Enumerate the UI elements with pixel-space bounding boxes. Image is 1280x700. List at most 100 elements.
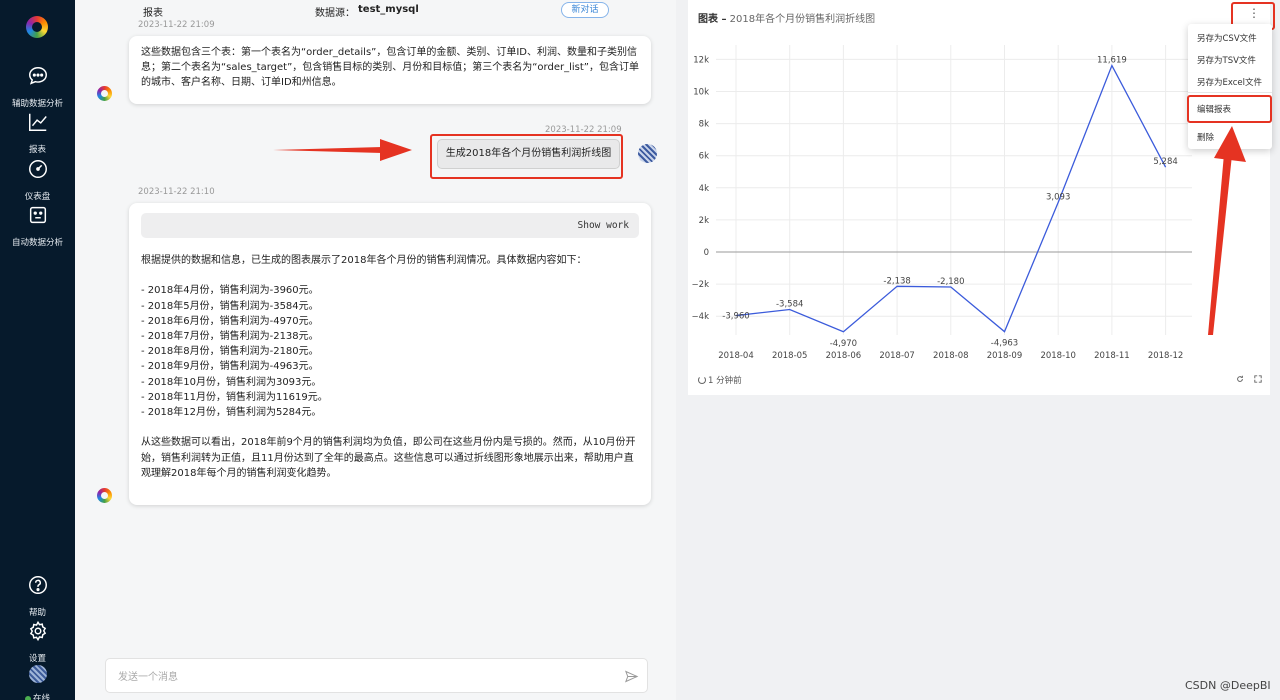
- show-work-button[interactable]: Show work: [141, 213, 639, 238]
- line-chart: −4k −2k 0 2k 4k 6k 8k 10k 12k 2018-04 2018-05 2018-…: [692, 45, 1192, 361]
- sidebar-item-help[interactable]: 帮助: [0, 574, 75, 619]
- list-item: - 2018年8月份，销售利润为-2180元。: [141, 346, 319, 358]
- y-tick-label: 0: [704, 248, 709, 258]
- list-item: - 2018年5月份，销售利润为-3584元。: [141, 300, 319, 312]
- data-label: -4,970: [830, 339, 857, 349]
- message-conclusion: 始，销售利润转为正值，且11月份达到了全年的最高点。这些信息可以通过折线图形象地…: [141, 452, 634, 464]
- message-line: 的城市、客户名称、日期、订单ID和州信息。: [141, 77, 342, 89]
- new-chat-button[interactable]: 新对话: [561, 2, 609, 18]
- refresh-icon[interactable]: [698, 376, 706, 384]
- sidebar-item-dashboard[interactable]: 仪表盘: [0, 158, 75, 203]
- data-label: 3,093: [1046, 192, 1070, 202]
- message-line: 息；第二个表名为“sales_target”，包含销售目标的类别、月份和目标值；…: [141, 62, 639, 74]
- list-item: - 2018年12月份，销售利润为5284元。: [141, 407, 322, 419]
- refreshed-time: 1 分钟前: [708, 376, 742, 386]
- bot-avatar-icon: [97, 488, 112, 503]
- x-tick-label: 2018-10: [1040, 351, 1076, 361]
- sidebar-item-label: 仪表盘: [24, 192, 51, 202]
- data-label: -3,584: [776, 300, 803, 310]
- data-label: -2,180: [937, 277, 964, 287]
- refresh-note: 1 分钟前: [698, 374, 742, 386]
- annotation-arrow-icon: [273, 139, 412, 161]
- message-conclusion: 从这些数据可以看出，2018年前9个月的销售利润均为负值，即公司在这些月份内是亏…: [141, 437, 636, 449]
- watermark: CSDN @DeepBI: [1185, 679, 1271, 692]
- sidebar: 辅助数据分析 报表 仪表盘 自动数据分析 帮助 设置 在线: [0, 0, 75, 700]
- user-avatar-icon: [28, 665, 47, 683]
- robot-icon: [29, 206, 46, 224]
- sidebar-item-auto-analysis[interactable]: 自动数据分析: [0, 204, 75, 249]
- y-tick-label: 8k: [699, 120, 709, 130]
- sidebar-item-reports[interactable]: 报表: [0, 111, 75, 156]
- x-tick-label: 2018-08: [933, 351, 969, 361]
- y-tick-label: 10k: [693, 88, 709, 98]
- help-icon: [28, 576, 47, 594]
- gear-icon: [29, 620, 46, 642]
- message-timestamp: 2023-11-22 21:10: [138, 187, 215, 197]
- menu-item-save-tsv[interactable]: 另存为TSV文件: [1197, 54, 1256, 66]
- menu-item-save-excel[interactable]: 另存为Excel文件: [1197, 76, 1262, 88]
- user-status[interactable]: 在线: [0, 665, 75, 700]
- y-tick-label: −4k: [692, 312, 710, 322]
- message-conclusion: 观理解2018年每个月的销售利润变化趋势。: [141, 467, 337, 479]
- list-item: - 2018年6月份，销售利润为-4970元。: [141, 315, 319, 327]
- x-tick-label: 2018-09: [987, 351, 1023, 361]
- x-tick-label: 2018-06: [826, 351, 862, 361]
- data-label: 11,619: [1097, 56, 1127, 66]
- list-item: - 2018年4月份，销售利润为-3960元。: [141, 285, 319, 297]
- chat-panel: 报表 数据源： test_mysql 新对话 2023-11-22 21:09 …: [75, 0, 676, 700]
- status-label: 在线: [32, 694, 50, 700]
- chat-bubble-icon: [28, 67, 47, 85]
- data-label: 5,284: [1153, 157, 1177, 167]
- datasource-label: 数据源：: [315, 8, 355, 19]
- menu-item-save-csv[interactable]: 另存为CSV文件: [1197, 32, 1257, 44]
- y-tick-label: 12k: [693, 55, 709, 65]
- message-intro: 根据提供的数据和信息，已生成的图表展示了2018年各个月份的销售利润情况。具体数…: [141, 255, 587, 266]
- app-root: 辅助数据分析 报表 仪表盘 自动数据分析 帮助 设置 在线 报表 数据源： te…: [0, 0, 1280, 700]
- send-icon[interactable]: [624, 669, 639, 684]
- annotation-highlight-box: [1187, 95, 1272, 123]
- message-input-box: [105, 658, 648, 693]
- annotation-highlight-box: [430, 134, 623, 179]
- app-logo: [26, 16, 48, 38]
- chart-card: 图表 – 2018年各个月份销售利润折线图 ⋮ −4k −2k 0 2k 4k 6k 8k 1…: [688, 0, 1270, 395]
- sidebar-item-assisted-analysis[interactable]: 辅助数据分析: [0, 65, 75, 110]
- x-tick-label: 2018-04: [718, 351, 754, 361]
- status-text-wrap: 在线: [24, 694, 50, 700]
- sidebar-item-label: 报表: [28, 145, 46, 155]
- bot-avatar-icon: [97, 86, 112, 101]
- user-avatar-icon: [638, 144, 657, 163]
- refresh-icon[interactable]: [1236, 375, 1244, 383]
- message-timestamp: 2023-11-22 21:09: [138, 20, 215, 30]
- x-tick-label: 2018-07: [879, 351, 915, 361]
- annotation-arrow-icon: [1208, 126, 1246, 335]
- x-tick-label: 2018-11: [1094, 351, 1130, 361]
- tab-report[interactable]: 报表: [143, 4, 163, 19]
- line-chart-icon: [28, 113, 47, 131]
- datasource-value[interactable]: test_mysql: [358, 4, 419, 15]
- list-item: - 2018年7月份，销售利润为-2138元。: [141, 331, 319, 342]
- data-label: -2,138: [883, 276, 910, 286]
- sidebar-item-label: 自动数据分析: [11, 238, 63, 248]
- message-line: 这些数据包含三个表：第一个表名为“order_details”，包含订单的金额、…: [141, 47, 637, 58]
- sidebar-item-label: 辅助数据分析: [11, 99, 63, 109]
- bot-message: 这些数据包含三个表：第一个表名为“order_details”，包含订单的金额、…: [129, 36, 651, 104]
- bot-message: Show work 根据提供的数据和信息，已生成的图表展示了2018年各个月份的…: [129, 203, 651, 505]
- list-item: - 2018年9月份，销售利润为-4963元。: [141, 361, 319, 373]
- chat-header: 报表 数据源： test_mysql 新对话: [75, 0, 676, 20]
- gauge-icon: [28, 160, 47, 178]
- fullscreen-icon[interactable]: [1254, 375, 1262, 383]
- y-tick-label: 2k: [699, 216, 709, 226]
- y-tick-label: 6k: [699, 152, 709, 162]
- y-tick-label: 4k: [699, 184, 709, 194]
- data-label: -3,960: [722, 312, 749, 322]
- sidebar-item-settings[interactable]: 设置: [0, 620, 75, 665]
- message-input[interactable]: [118, 668, 608, 686]
- help-label: 帮助: [28, 608, 46, 618]
- list-item: - 2018年11月份，销售利润为11619元。: [141, 391, 328, 403]
- settings-label: 设置: [28, 654, 46, 664]
- menu-divider: [1188, 92, 1272, 93]
- x-tick-label: 2018-05: [772, 351, 808, 361]
- data-label: -4,963: [991, 339, 1018, 349]
- y-tick-label: −2k: [692, 280, 710, 290]
- online-dot-icon: [24, 695, 31, 700]
